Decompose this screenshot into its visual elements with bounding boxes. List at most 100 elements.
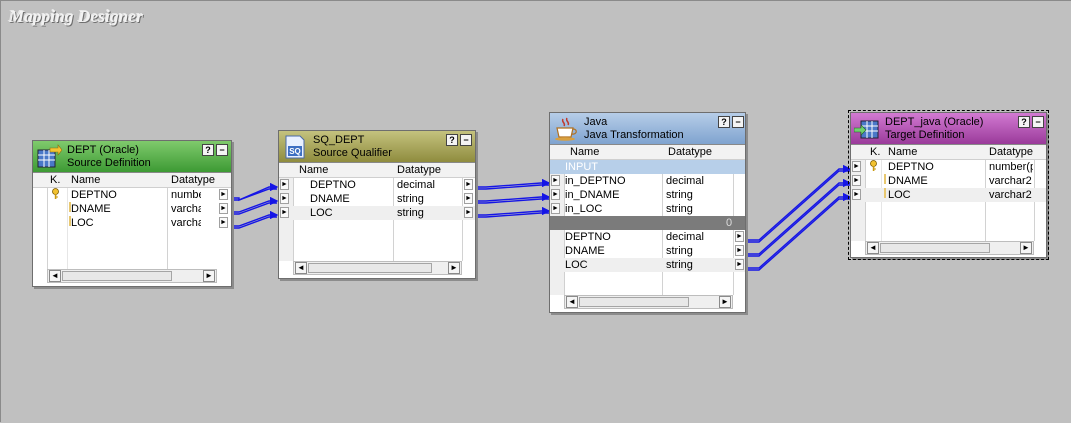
output-port-arrow[interactable]: ► <box>735 259 744 270</box>
scroll-right-button[interactable]: ► <box>448 262 460 274</box>
link-java-loc-to-target <box>746 192 852 269</box>
sq-icon: SQ <box>285 135 305 159</box>
java-row-out-dname[interactable]: DNAME string ► <box>550 244 745 258</box>
target-row-loc[interactable]: ► LOC varchar2 <box>851 188 1046 202</box>
target-column-header: K. Name Datatype <box>851 145 1046 160</box>
java-column-header: Name Datatype <box>550 145 745 160</box>
scroll-thumb[interactable] <box>308 263 432 273</box>
minimize-button[interactable]: − <box>460 134 472 146</box>
link-java-dname-to-target-2 <box>746 184 850 257</box>
java-output-group[interactable]: 0 <box>550 216 745 230</box>
output-port-arrow[interactable]: ► <box>219 203 228 214</box>
foreign-key-marker <box>884 188 886 202</box>
help-button[interactable]: ? <box>202 144 214 156</box>
port-name: DNAME <box>565 245 605 257</box>
source-qualifier[interactable]: SQ SQ_DEPT Source Qualifier ? − Name Dat… <box>278 130 476 279</box>
group-name: INPUT <box>565 161 598 173</box>
target-row-deptno[interactable]: ► DEPTNO number(p <box>851 160 1046 174</box>
source-row-deptno[interactable]: DEPTNO number(p ► <box>33 188 231 202</box>
source-header[interactable]: DEPT (Oracle) Source Definition ? − <box>33 141 231 173</box>
minimize-button[interactable]: − <box>732 116 744 128</box>
output-port-arrow[interactable]: ► <box>735 231 744 242</box>
link-java-deptno-to-target-2 <box>746 170 850 243</box>
target-row-dname[interactable]: ► DNAME varchar2 <box>851 174 1046 188</box>
java-coffee-icon <box>555 117 577 141</box>
java-row-in-deptno[interactable]: ► in_DEPTNO decimal <box>550 174 745 188</box>
source-port-grid: K. Name Datatype DEPTNO number(p ► DNAME… <box>33 173 231 286</box>
output-port-arrow[interactable]: ► <box>464 207 473 218</box>
scroll-right-button[interactable]: ► <box>1020 242 1032 254</box>
port-datatype: decimal <box>666 231 704 243</box>
sq-row-dname[interactable]: ► DNAME string ► <box>279 192 475 206</box>
java-header[interactable]: Java Java Transformation ? − <box>550 113 745 145</box>
minimize-button[interactable]: − <box>1032 116 1044 128</box>
source-column-header: K. Name Datatype <box>33 173 231 188</box>
input-port-arrow[interactable]: ► <box>280 207 289 218</box>
help-button[interactable]: ? <box>1018 116 1030 128</box>
output-port-arrow[interactable]: ► <box>219 189 228 200</box>
java-row-out-deptno[interactable]: DEPTNO decimal ► <box>550 230 745 244</box>
java-transformation[interactable]: Java Java Transformation ? − Name Dataty… <box>549 112 746 313</box>
port-name: DNAME <box>71 203 111 215</box>
link-sq-deptno-to-java <box>476 178 551 188</box>
port-datatype: varchar2 <box>989 189 1032 201</box>
input-port-arrow[interactable]: ► <box>551 175 560 186</box>
port-datatype: varchar2 <box>171 203 201 215</box>
java-row-out-loc[interactable]: LOC string ► <box>550 258 745 272</box>
java-hscroll[interactable]: ◄ ► <box>564 295 733 309</box>
input-port-arrow[interactable]: ► <box>852 161 861 172</box>
col-key: K. <box>870 146 881 158</box>
link-sq-loc-to-java <box>476 206 551 216</box>
scroll-thumb[interactable] <box>579 297 689 307</box>
sq-hscroll[interactable]: ◄ ► <box>293 261 462 275</box>
output-port-arrow[interactable]: ► <box>464 179 473 190</box>
target-header[interactable]: DEPT_java (Oracle) Target Definition ? − <box>851 113 1046 145</box>
scroll-right-button[interactable]: ► <box>203 270 215 282</box>
java-row-in-dname[interactable]: ► in_DNAME string <box>550 188 745 202</box>
link-java-dname-to-target <box>746 178 852 255</box>
input-port-arrow[interactable]: ► <box>280 179 289 190</box>
sq-header[interactable]: SQ SQ_DEPT Source Qualifier ? − <box>279 131 475 163</box>
source-definition[interactable]: DEPT (Oracle) Source Definition ? − K. N… <box>32 140 232 287</box>
input-port-arrow[interactable]: ► <box>551 203 560 214</box>
input-port-arrow[interactable]: ► <box>551 189 560 200</box>
scroll-left-button[interactable]: ◄ <box>49 270 61 282</box>
scroll-left-button[interactable]: ◄ <box>295 262 307 274</box>
port-name: LOC <box>71 217 94 229</box>
input-port-arrow[interactable]: ► <box>852 189 861 200</box>
target-definition[interactable]: DEPT_java (Oracle) Target Definition ? −… <box>848 110 1049 260</box>
scroll-left-button[interactable]: ◄ <box>867 242 879 254</box>
scroll-left-button[interactable]: ◄ <box>566 296 578 308</box>
source-hscroll[interactable]: ◄ ► <box>47 269 217 283</box>
source-row-dname[interactable]: DNAME varchar2 ► <box>33 202 231 216</box>
port-name: in_LOC <box>565 203 603 215</box>
java-input-group[interactable]: INPUT <box>550 160 745 174</box>
help-button[interactable]: ? <box>718 116 730 128</box>
scroll-thumb[interactable] <box>880 243 990 253</box>
scroll-right-button[interactable]: ► <box>719 296 731 308</box>
help-button[interactable]: ? <box>446 134 458 146</box>
output-port-arrow[interactable]: ► <box>219 217 228 228</box>
port-name: in_DNAME <box>565 189 620 201</box>
input-port-arrow[interactable]: ► <box>852 175 861 186</box>
java-title: Java <box>584 116 608 128</box>
port-datatype: string <box>666 203 693 215</box>
scroll-thumb[interactable] <box>62 271 172 281</box>
output-port-arrow[interactable]: ► <box>464 193 473 204</box>
sq-row-loc[interactable]: ► LOC string ► <box>279 206 475 220</box>
input-port-arrow[interactable]: ► <box>280 193 289 204</box>
java-row-in-loc[interactable]: ► in_LOC string <box>550 202 745 216</box>
port-datatype: string <box>666 245 693 257</box>
output-port-arrow[interactable]: ► <box>735 245 744 256</box>
col-datatype: Datatype <box>171 174 216 186</box>
source-row-loc[interactable]: LOC varchar2 ► <box>33 216 231 230</box>
port-name: DEPTNO <box>565 231 611 243</box>
mapping-designer-canvas[interactable]: Mapping Designer DEPT (Oracle) Source De… <box>0 0 1071 422</box>
link-java-loc-to-target-2 <box>746 198 850 271</box>
link-sq-loc-to-java-2 <box>476 212 549 218</box>
port-datatype: string <box>397 207 424 219</box>
sq-row-deptno[interactable]: ► DEPTNO decimal ► <box>279 178 475 192</box>
target-hscroll[interactable]: ◄ ► <box>865 241 1034 255</box>
minimize-button[interactable]: − <box>216 144 228 156</box>
port-name: DNAME <box>310 193 350 205</box>
